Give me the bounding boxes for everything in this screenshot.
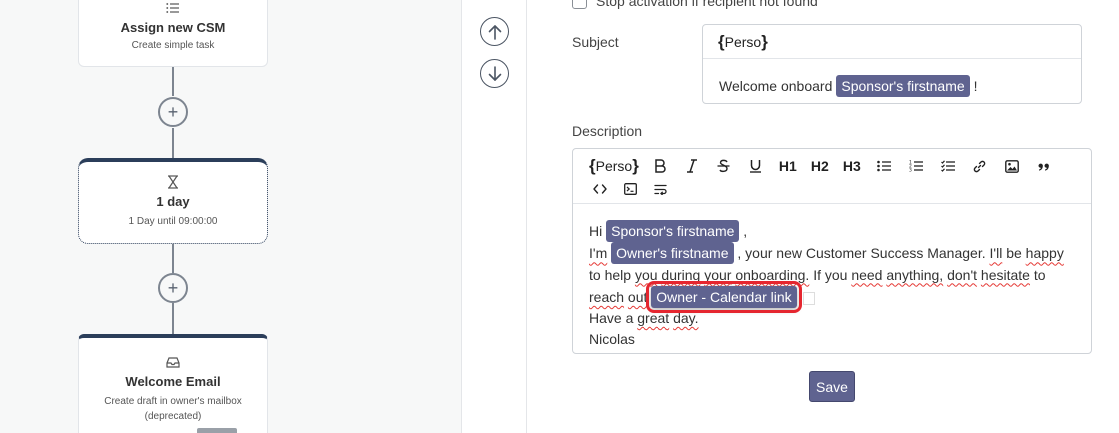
perso-button[interactable]: {Perso}: [718, 32, 768, 52]
brace-open-icon: {: [589, 156, 596, 175]
arrow-down-icon: [488, 65, 501, 81]
variable-tag[interactable]: Sponsor's firstname: [836, 75, 970, 97]
svg-text:3: 3: [909, 168, 912, 172]
terminal-icon: [623, 183, 637, 195]
link-button[interactable]: [969, 155, 991, 177]
code-block-button[interactable]: [619, 178, 641, 200]
wrap-text-icon: [653, 184, 667, 195]
subject-content[interactable]: Welcome onboard Sponsor's firstname !: [703, 59, 1081, 97]
image-icon: [1004, 159, 1019, 173]
brace-close-icon: }: [632, 156, 639, 175]
heading1-button[interactable]: H1: [777, 155, 799, 177]
strikethrough-button[interactable]: [713, 155, 735, 177]
subject-text: !: [973, 78, 978, 94]
bullet-list-icon: [877, 160, 891, 172]
text-cursor: [802, 291, 815, 305]
subject-label: Subject: [572, 34, 619, 50]
connector-line: [172, 303, 174, 336]
brace-open-icon: {: [718, 31, 725, 51]
node-title: 1 day: [156, 194, 190, 209]
code-button[interactable]: [589, 178, 611, 200]
arrow-up-icon: [488, 24, 501, 40]
bullet-list-button[interactable]: [873, 155, 895, 177]
quote-icon: [1038, 163, 1049, 171]
italic-button[interactable]: [681, 155, 703, 177]
editor-line: Nicolas: [589, 331, 635, 348]
stop-activation-option[interactable]: Stop activation if recipient not found: [572, 0, 818, 9]
perso-button[interactable]: {Perso}: [589, 155, 639, 177]
underline-icon: [750, 160, 762, 173]
subject-editor[interactable]: {Perso} Welcome onboard Sponsor's firstn…: [702, 24, 1082, 104]
workflow-canvas: Assign new CSM Create simple task + 1 da…: [0, 0, 462, 433]
stop-activation-checkbox[interactable]: [572, 0, 587, 9]
editor-line: to help you during your onboarding. If y…: [589, 266, 1046, 283]
add-step-button[interactable]: +: [158, 97, 188, 127]
italic-icon: [686, 159, 697, 173]
add-step-button[interactable]: +: [158, 273, 188, 303]
node-badge: [197, 428, 237, 433]
editor-line: Have a great day.: [589, 310, 699, 327]
underline-button[interactable]: [745, 155, 767, 177]
bold-button[interactable]: [649, 155, 671, 177]
node-title: Assign new CSM: [120, 20, 226, 35]
inbox-icon: [79, 354, 267, 370]
wrap-text-button[interactable]: [649, 178, 671, 200]
checklist-button[interactable]: [937, 155, 959, 177]
connector-line: [172, 243, 174, 273]
image-button[interactable]: [1001, 155, 1023, 177]
description-content[interactable]: Hi Sponsor's firstname , I'm Owner's fir…: [573, 204, 1091, 351]
editor-toolbar: {Perso} H1 H2 H3 123: [573, 149, 1091, 204]
variable-tag[interactable]: Sponsor's firstname: [606, 220, 740, 242]
move-up-button[interactable]: [480, 17, 509, 46]
list-icon: [79, 0, 267, 16]
bold-icon: [655, 159, 666, 173]
code-icon: [593, 184, 607, 194]
move-controls: [463, 0, 527, 433]
plus-icon: +: [167, 278, 179, 298]
link-icon: [974, 160, 986, 172]
workflow-node-assign-csm[interactable]: Assign new CSM Create simple task: [78, 0, 268, 67]
ordered-list-icon: 123: [909, 160, 923, 172]
description-label: Description: [572, 123, 643, 139]
node-subtitle: Create simple task: [131, 40, 215, 51]
brace-close-icon: }: [761, 31, 768, 51]
hourglass-icon: [79, 174, 267, 190]
variable-tag[interactable]: Owner's firstname: [611, 242, 734, 265]
node-title: Welcome Email: [125, 374, 221, 389]
heading2-button[interactable]: H2: [809, 155, 831, 177]
save-button[interactable]: Save: [809, 371, 855, 402]
connector-line: [172, 128, 174, 161]
step-settings-form: Stop activation if recipient not found S…: [528, 0, 1119, 433]
editor-line: I'm Owner's firstname , your new Custome…: [589, 242, 1091, 265]
stop-activation-label: Stop activation if recipient not found: [596, 0, 818, 9]
description-editor[interactable]: {Perso} H1 H2 H3 123 Hi Sponsor's firstn…: [572, 148, 1092, 354]
node-subtitle: 1 Day until 09:00:00: [128, 216, 218, 227]
editor-line: Hi Sponsor's firstname ,: [589, 220, 1091, 242]
workflow-node-welcome-email[interactable]: Welcome Email Create draft in owner's ma…: [78, 334, 268, 433]
plus-icon: +: [167, 102, 179, 122]
editor-line: reach out Owner - Calendar link: [589, 280, 1091, 313]
checklist-icon: [940, 160, 955, 172]
workflow-node-delay[interactable]: 1 day 1 Day until 09:00:00: [78, 158, 268, 244]
ordered-list-button[interactable]: 123: [905, 155, 927, 177]
move-down-button[interactable]: [480, 59, 509, 88]
strikethrough-icon: [717, 159, 730, 173]
node-subtitle: Create draft in owner's mailbox (depreca…: [104, 396, 242, 422]
subject-toolbar: {Perso}: [703, 25, 1081, 59]
subject-text: Welcome onboard: [719, 78, 833, 94]
connector-line: [172, 66, 174, 96]
variable-tag-calendar-link[interactable]: Owner - Calendar link: [646, 280, 802, 313]
blockquote-button[interactable]: [1033, 155, 1055, 177]
heading3-button[interactable]: H3: [841, 155, 863, 177]
